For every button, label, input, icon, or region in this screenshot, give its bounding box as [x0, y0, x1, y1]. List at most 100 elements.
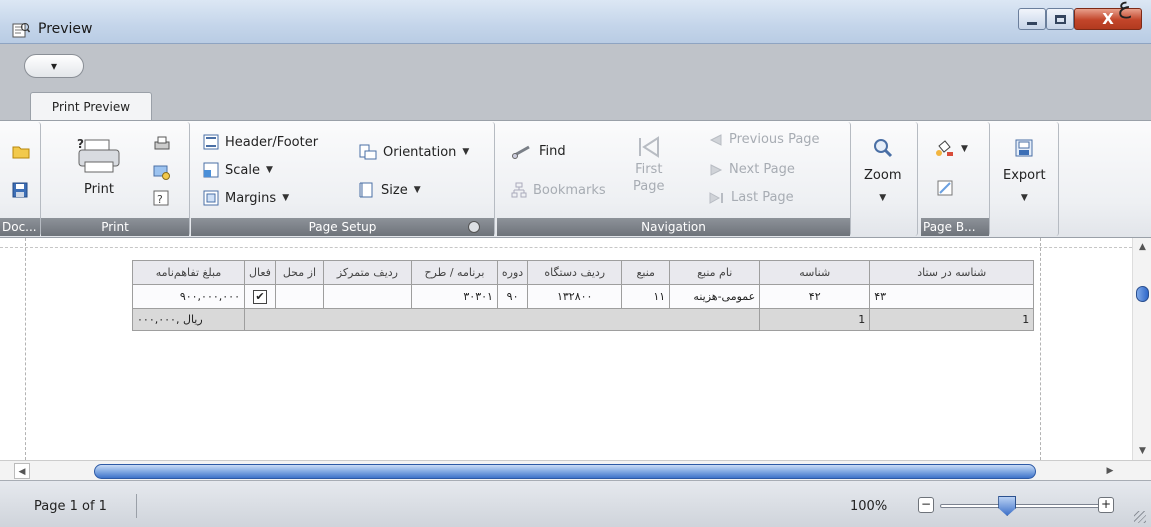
ribbon-group-export: Export ▼ — [993, 122, 1059, 236]
margins-label: Margins — [225, 190, 277, 206]
print-button[interactable]: ? Print — [75, 138, 123, 197]
total-id-count: 1 — [759, 308, 871, 331]
orientation-button[interactable]: Orientation ▼ — [359, 144, 469, 160]
page-setup-dialog-launcher-icon[interactable] — [468, 221, 480, 233]
tab-print-preview[interactable]: Print Preview — [30, 92, 152, 121]
quick-print-icon — [154, 136, 170, 150]
svg-text:?: ? — [77, 138, 84, 151]
total-amount: ۰۰۰,۰۰۰, ریال — [132, 308, 245, 331]
scroll-down-icon[interactable]: ▼ — [1133, 442, 1151, 460]
column-header: شناسه در ستاد — [869, 260, 1035, 285]
previous-page-icon — [709, 133, 722, 146]
last-page-button[interactable]: Last Page — [709, 190, 794, 205]
column-header: منبع — [621, 260, 671, 285]
chevron-down-icon: ▼ — [282, 193, 290, 203]
vertical-scrollbar[interactable]: ▲ ▼ — [1132, 238, 1151, 460]
header-footer-icon — [203, 134, 219, 150]
quick-print-button[interactable] — [153, 136, 171, 152]
save-button[interactable] — [12, 182, 28, 198]
total-hq-count: 1 — [869, 308, 1035, 331]
print-options-button[interactable] — [153, 164, 171, 180]
bookmarks-tree-icon — [511, 182, 527, 198]
table-row: ۹۰۰,۰۰۰,۰۰۰ ✔ ۳۰۳۰۱ ۹۰ ۱۳۲۸۰۰ ۱۱ عمومی-ه… — [132, 284, 1035, 309]
minimize-button[interactable] — [1018, 8, 1046, 30]
page-margin-line-left — [25, 238, 26, 460]
print-options-icon — [153, 165, 170, 180]
horizontal-scrollbar[interactable]: ◀ ▶ — [0, 460, 1151, 480]
watermark-button[interactable] — [937, 180, 953, 196]
scale-button[interactable]: Scale ▼ — [203, 162, 273, 178]
next-page-button[interactable]: Next Page — [709, 162, 795, 177]
zoom-button[interactable]: Zoom ▼ — [864, 138, 901, 203]
column-header: فعال — [244, 260, 276, 285]
report-table: مبلغ تفاهم‌نامه فعال از محل ردیف متمرکز … — [132, 260, 1035, 331]
ribbon-group-print: ? Print ? Print — [41, 122, 190, 236]
column-header: ردیف متمرکز — [322, 260, 412, 285]
size-label: Size — [381, 182, 408, 198]
size-button[interactable]: Size ▼ — [359, 182, 421, 198]
total-spacer — [243, 308, 761, 331]
scale-label: Scale — [225, 162, 260, 178]
chevron-down-icon: ▼ — [265, 165, 273, 175]
status-bar: Page 1 of 1 100% − + — [0, 480, 1151, 527]
export-label: Export — [1003, 168, 1046, 183]
ribbon-group-page-setup: Header/Footer Scale ▼ Margins ▼ Orientat… — [191, 122, 495, 236]
previous-page-button[interactable]: Previous Page — [709, 132, 820, 147]
chevron-down-icon: ▼ — [413, 185, 421, 195]
zoom-out-button[interactable]: − — [918, 497, 934, 513]
first-page-button[interactable]: First Page — [633, 134, 664, 194]
plus-icon: + — [1100, 497, 1112, 511]
find-button[interactable]: Find — [511, 144, 566, 159]
page-setup-caption-text: Page Setup — [308, 220, 377, 234]
scroll-left-icon[interactable]: ◀ — [14, 463, 30, 479]
horizontal-scroll-thumb[interactable] — [94, 464, 1036, 479]
page-indicator: Page 1 of 1 — [34, 499, 107, 514]
title-bar: Preview X ع — [0, 0, 1151, 44]
export-button[interactable]: Export ▼ — [1003, 138, 1046, 203]
ribbon-group-navigation: Find Bookmarks First Page Previous Page … — [497, 122, 851, 236]
zoom-in-button[interactable]: + — [1098, 497, 1114, 513]
first-page-icon — [638, 136, 659, 158]
maximize-button[interactable] — [1046, 8, 1074, 30]
close-icon: X — [1102, 10, 1114, 28]
scroll-right-icon[interactable]: ▶ — [1102, 463, 1118, 479]
chevron-down-icon: ▼ — [462, 147, 470, 157]
page-color-button[interactable]: ▼ — [935, 140, 968, 158]
column-header: از محل — [274, 260, 324, 285]
zoom-slider-track[interactable] — [940, 504, 1100, 508]
resize-grip-icon[interactable] — [1134, 511, 1146, 523]
quick-access-bar: ▾ — [0, 44, 1151, 92]
cell-period: ۹۰ — [496, 284, 529, 309]
parameters-button[interactable]: ? — [153, 190, 169, 206]
previous-page-label: Previous Page — [729, 132, 820, 147]
quick-access-menu-button[interactable]: ▾ — [24, 54, 84, 78]
ribbon-group-document: Doc... — [0, 122, 41, 236]
question-mark-icon: ? — [153, 190, 169, 206]
active-checkbox[interactable]: ✔ — [252, 289, 267, 304]
scroll-up-icon[interactable]: ▲ — [1133, 238, 1151, 256]
column-header: دوره — [496, 260, 529, 285]
zoom-level: 100% — [850, 499, 888, 514]
next-page-icon — [710, 163, 723, 176]
header-footer-button[interactable]: Header/Footer — [203, 134, 318, 150]
next-page-label: Next Page — [729, 162, 795, 177]
page-margin-line-top — [0, 247, 1132, 248]
navigation-group-caption: Navigation — [497, 218, 850, 236]
paper-size-icon — [359, 182, 373, 198]
bookmarks-button[interactable]: Bookmarks — [511, 182, 606, 198]
open-button[interactable] — [12, 144, 30, 160]
close-button[interactable]: X — [1074, 8, 1142, 30]
vertical-scroll-thumb[interactable] — [1136, 286, 1149, 302]
cell-amount: ۹۰۰,۰۰۰,۰۰۰ — [132, 284, 245, 309]
margins-icon — [203, 190, 219, 206]
ribbon-tab-strip: Print Preview — [0, 92, 1151, 121]
print-group-caption: Print — [41, 218, 189, 236]
folder-icon — [12, 146, 30, 159]
cell-source: ۱۱ — [621, 284, 671, 309]
ribbon-group-page-background: ▼ Page B... — [921, 122, 990, 236]
orientation-icon — [359, 144, 377, 160]
margins-button[interactable]: Margins ▼ — [203, 190, 289, 206]
print-label: Print — [84, 182, 114, 197]
page-margin-line-right — [1040, 238, 1041, 460]
zoom-slider-thumb[interactable] — [998, 496, 1017, 516]
